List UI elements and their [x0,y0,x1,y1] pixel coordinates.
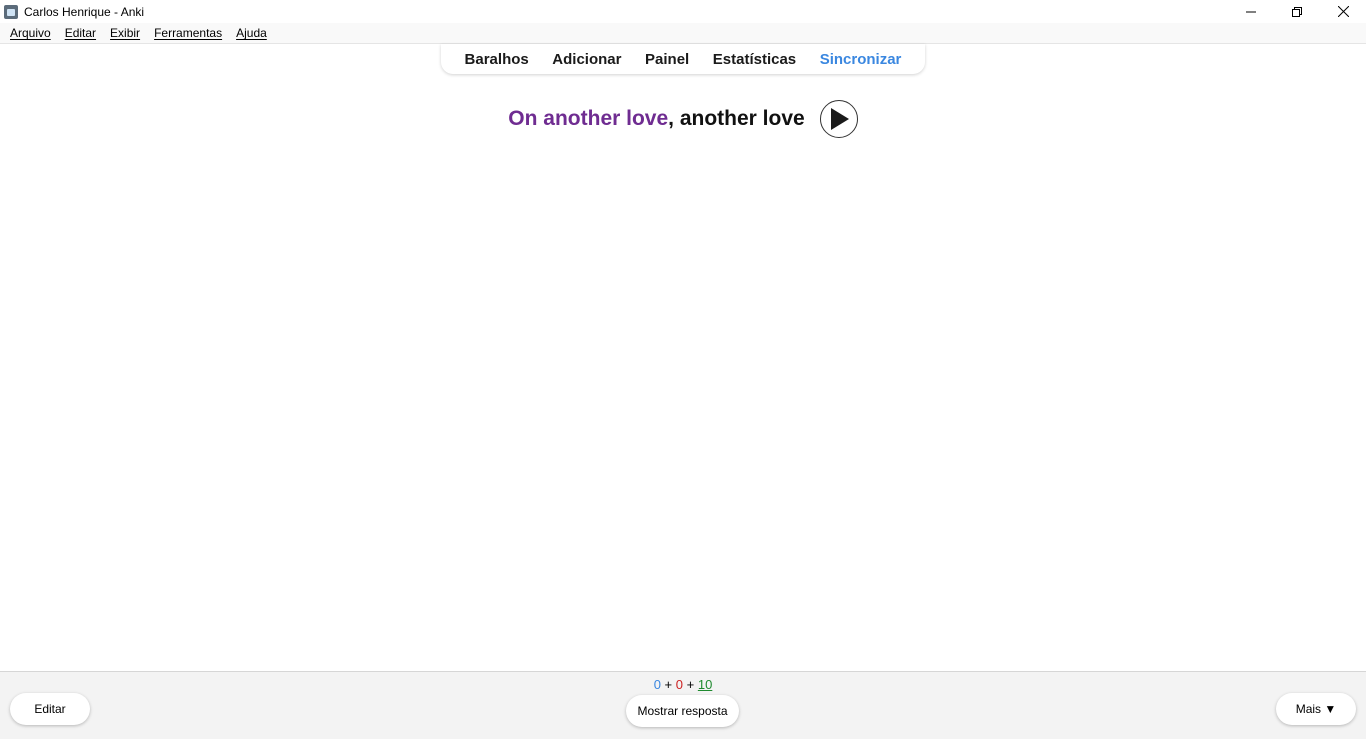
menu-ferramentas[interactable]: Ferramentas [147,26,229,40]
anki-app-icon [4,4,18,19]
toolbar-stats-link[interactable]: Estatísticas [713,51,796,68]
window-controls [1228,0,1366,23]
play-audio-button[interactable] [819,100,858,138]
toolbar-sync-link[interactable]: Sincronizar [820,51,902,68]
more-button[interactable]: Mais ▼ [1276,693,1356,725]
card-back-text: another love [679,107,805,130]
count-plus: + [664,677,673,692]
review-count: 10 [697,677,713,692]
menu-ajuda[interactable]: Ajuda [229,26,274,40]
card-question: On another love , another love [508,100,858,138]
minimize-icon [1246,11,1256,12]
menu-arquivo[interactable]: Arquivo [0,26,58,40]
close-button[interactable] [1320,0,1366,23]
close-icon [1337,6,1349,17]
due-counts: 0 + 0 + 10 [0,677,1366,692]
new-count: 0 [653,677,661,692]
card-separator: , [668,107,680,130]
learning-count: 0 [675,677,683,692]
show-answer-button[interactable]: Mostrar resposta [626,695,739,727]
title-bar: Carlos Henrique - Anki [0,0,1366,23]
bottom-bar: 0 + 0 + 10 Editar Mostrar resposta Mais … [0,671,1366,739]
card-front-text: On another love [508,107,669,130]
edit-button[interactable]: Editar [10,693,90,725]
toolbar-add-link[interactable]: Adicionar [552,51,621,68]
window-title: Carlos Henrique - Anki [24,4,145,19]
toolbar-decks-link[interactable]: Baralhos [465,51,529,68]
restore-button[interactable] [1274,0,1320,23]
play-icon [830,108,849,130]
menu-exibir[interactable]: Exibir [103,26,147,40]
menu-editar[interactable]: Editar [58,26,103,40]
card-area: On another love , another love [0,100,1366,138]
toolbar-browse-link[interactable]: Painel [645,51,689,68]
minimize-button[interactable] [1228,0,1274,23]
main-toolbar: Baralhos Adicionar Painel Estatísticas S… [441,44,925,74]
count-plus: + [686,677,695,692]
menu-bar: Arquivo Editar Exibir Ferramentas Ajuda [0,23,1366,44]
restore-icon [1292,6,1302,17]
